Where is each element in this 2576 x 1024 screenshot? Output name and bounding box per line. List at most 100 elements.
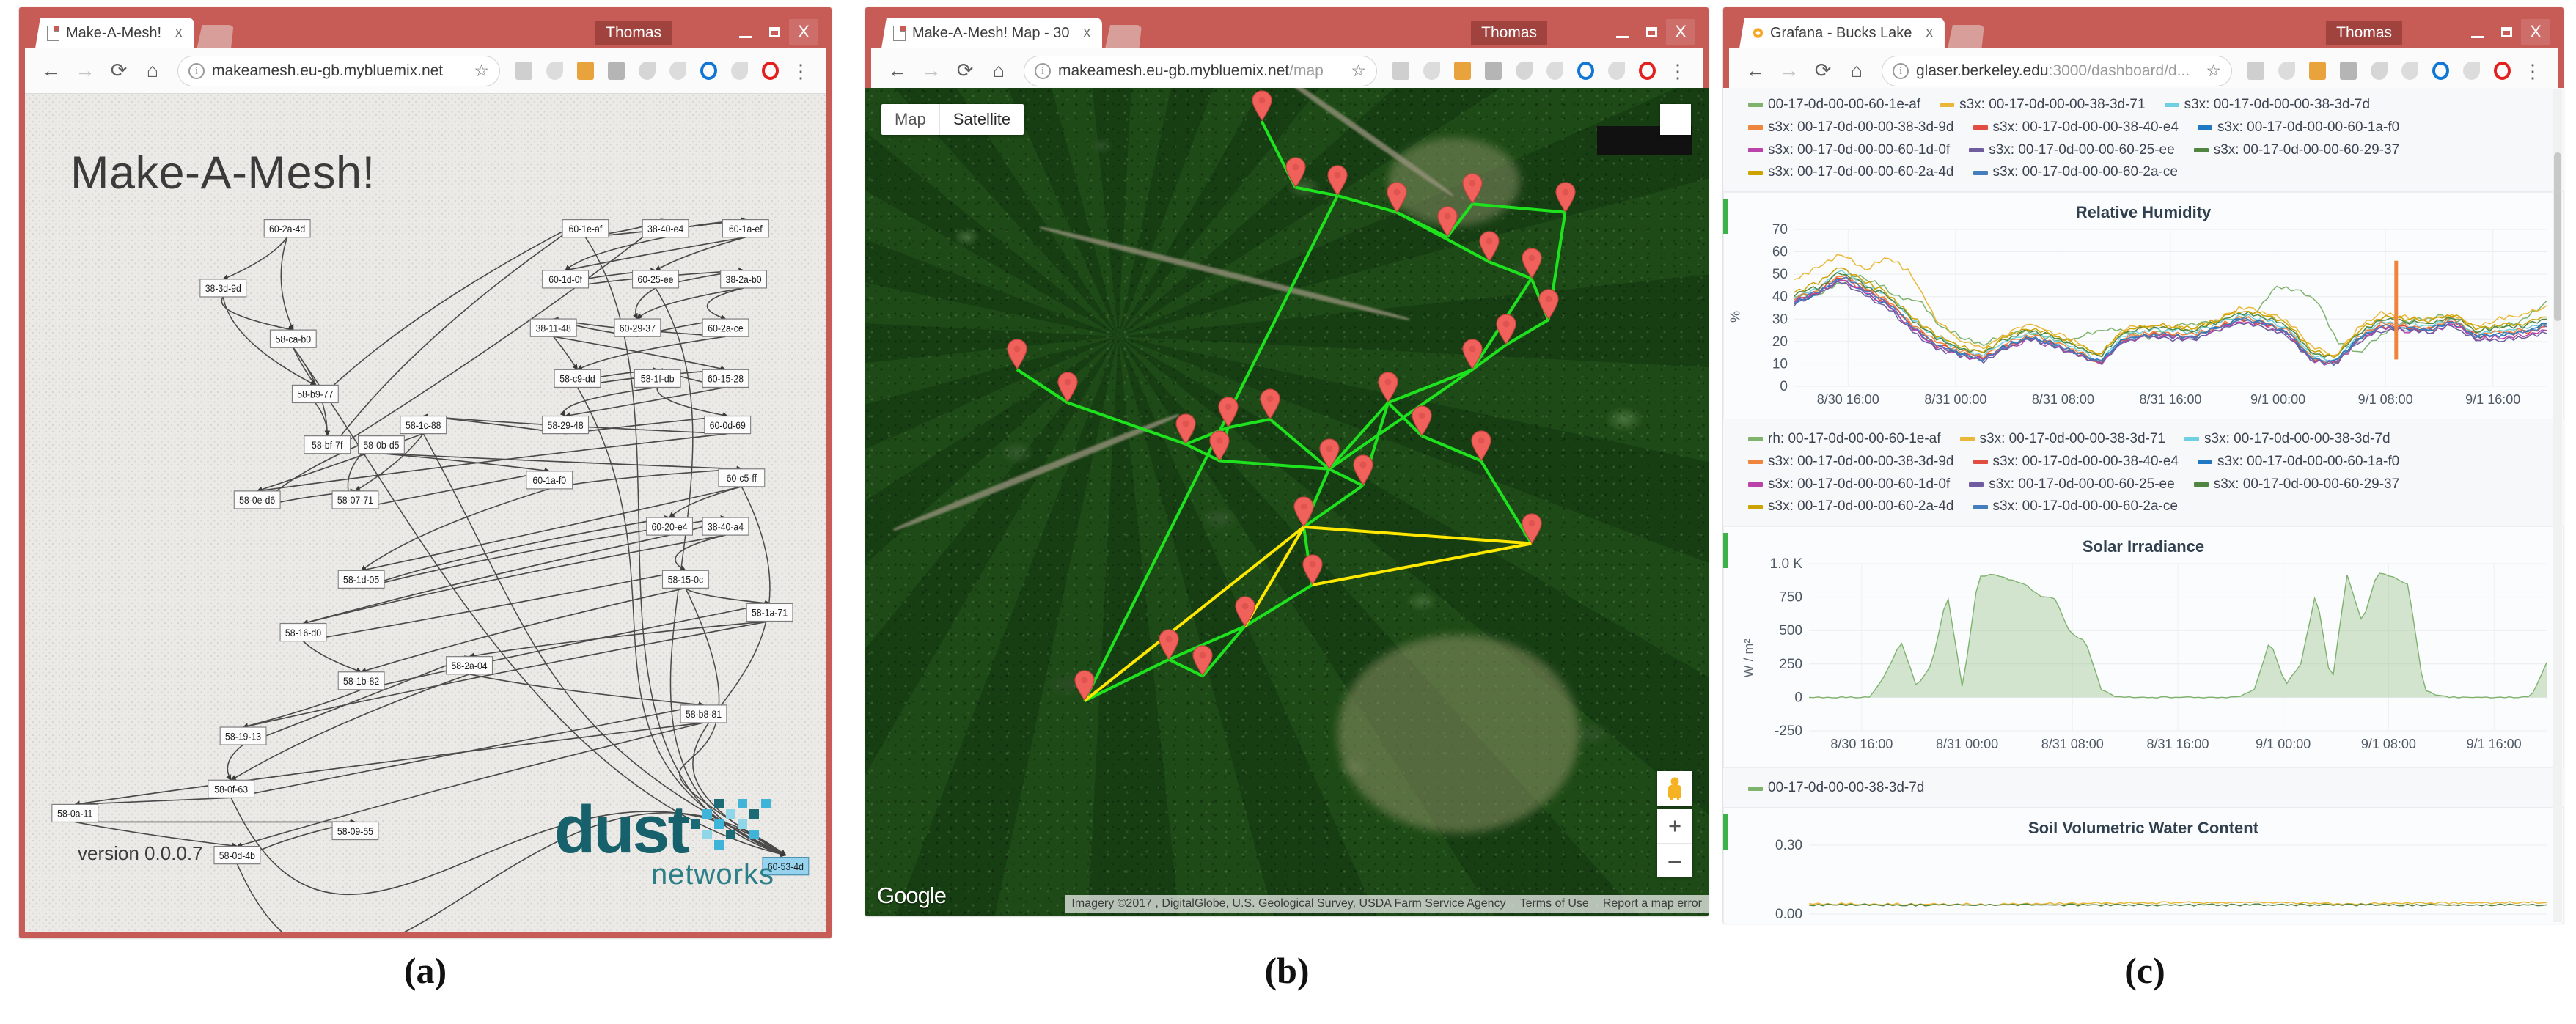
map-marker[interactable] (1302, 554, 1324, 586)
legend-item[interactable]: s3x: 00-17-0d-00-00-38-3d-71 (1940, 94, 2146, 117)
mesh-node[interactable]: 60-0d-69 (704, 415, 752, 435)
browser-menu-icon-c[interactable]: ⋮ (2518, 56, 2547, 86)
extension-leaf-icon-a2[interactable] (663, 56, 692, 86)
mesh-node[interactable]: 58-b8-81 (680, 704, 727, 723)
zoom-out-button[interactable]: – (1657, 843, 1692, 877)
site-info-icon-a[interactable]: i (188, 62, 205, 79)
close-button-a[interactable]: X (789, 19, 818, 45)
profile-chip-a[interactable]: Thomas (595, 21, 672, 45)
mesh-node[interactable]: 58-1b-82 (337, 671, 385, 690)
extension-pdf-icon-a[interactable] (509, 56, 538, 86)
legend-item[interactable]: s3x: 00-17-0d-00-00-60-1a-f0 (2198, 117, 2399, 139)
profile-chip-b[interactable]: Thomas (1471, 21, 1547, 45)
map-marker[interactable] (1478, 231, 1500, 262)
mesh-node[interactable]: 58-0f-63 (208, 779, 255, 798)
extension-record-icon-b[interactable] (1632, 56, 1662, 86)
map-canvas[interactable]: Map Satellite + – Google Imagery ©2017 ,… (865, 88, 1709, 916)
reload-icon-c[interactable]: ⟳ (1807, 55, 1839, 87)
legend-item[interactable]: s3x: 00-17-0d-00-00-60-2a-4d (1748, 496, 1954, 518)
new-tab-button-c[interactable] (1947, 25, 1984, 48)
extension-leaf-icon-c2[interactable] (2395, 56, 2424, 86)
panel-relative-humidity[interactable]: Relative Humidity 0 10 20 30 40 50 60 70 8/30 16… (1723, 192, 2564, 420)
map-marker[interactable] (1074, 670, 1096, 701)
back-icon-b[interactable]: ← (881, 55, 914, 87)
legend-item[interactable]: s3x: 00-17-0d-00-00-38-3d-71 (1959, 428, 2165, 451)
address-bar-b[interactable]: i makeamesh.eu-gb.mybluemix.net/map ☆ (1024, 55, 1377, 86)
map-type-map-button[interactable]: Map (881, 104, 939, 135)
extension-leaf-icon-a1[interactable] (540, 56, 569, 86)
site-info-icon-b[interactable]: i (1035, 62, 1051, 79)
legend-item[interactable]: s3x: 00-17-0d-00-00-60-25-ee (1969, 474, 2175, 496)
tab-grafana-bucks-lake[interactable]: Grafana - Bucks Lake x (1739, 18, 1945, 48)
map-marker[interactable] (1461, 339, 1483, 370)
mesh-node[interactable]: 60-20-e4 (646, 517, 694, 536)
map-marker[interactable] (1251, 90, 1273, 122)
mesh-node[interactable]: 60-1e-af (562, 218, 609, 238)
mesh-node[interactable]: 58-1d-05 (337, 570, 385, 589)
home-icon-c[interactable]: ⌂ (1841, 55, 1873, 87)
map-type-control[interactable]: Map Satellite (881, 104, 1024, 135)
dashboard-scrollbar[interactable] (2553, 89, 2562, 922)
close-button-b[interactable]: X (1666, 19, 1695, 45)
mesh-node[interactable]: 58-b9-77 (291, 384, 339, 404)
extension-drop-icon-a[interactable] (632, 56, 661, 86)
reload-icon-a[interactable]: ⟳ (103, 55, 135, 87)
bookmark-star-icon-a[interactable]: ☆ (474, 61, 489, 81)
map-marker[interactable] (1057, 372, 1079, 403)
mesh-node[interactable]: 58-c9-dd (554, 369, 601, 388)
mesh-node[interactable]: 58-07-71 (331, 490, 379, 509)
tab-close-icon-c[interactable]: x (1926, 25, 1933, 41)
mesh-node[interactable]: 58-19-13 (219, 726, 267, 745)
mesh-node[interactable]: 58-0e-d6 (233, 490, 281, 509)
zoom-in-button[interactable]: + (1657, 809, 1692, 843)
legend-item[interactable]: s3x: 00-17-0d-00-00-60-2a-ce (1973, 161, 2178, 184)
extension-leaf-icon-a3[interactable] (724, 56, 754, 86)
legend-item[interactable]: 00-17-0d-00-00-38-3d-7d (1748, 777, 1924, 800)
maximize-button-b[interactable] (1637, 19, 1666, 45)
back-icon-c[interactable]: ← (1739, 55, 1772, 87)
dashboard-scroll-area[interactable]: 00-17-0d-00-00-60-1e-af s3x: 00-17-0d-00-… (1723, 88, 2564, 924)
forward-icon-c[interactable]: → (1773, 55, 1805, 87)
extension-record-icon-a[interactable] (755, 56, 785, 86)
map-marker[interactable] (1377, 372, 1399, 403)
map-marker[interactable] (1521, 512, 1543, 544)
mesh-node[interactable]: 58-bf-7f (304, 435, 351, 454)
maximize-button-a[interactable] (760, 19, 789, 45)
legend-item[interactable]: s3x: 00-17-0d-00-00-60-1d-0f (1748, 139, 1950, 162)
address-bar-a[interactable]: i makeamesh.eu-gb.mybluemix.net ☆ (177, 55, 500, 86)
legend-top[interactable]: 00-17-0d-00-00-60-1e-af s3x: 00-17-0d-00-… (1723, 88, 2564, 191)
minimize-button-b[interactable] (1607, 19, 1637, 45)
extension-record-icon-c[interactable] (2487, 56, 2517, 86)
map-marker[interactable] (1175, 413, 1197, 444)
home-icon-b[interactable]: ⌂ (983, 55, 1015, 87)
mesh-node[interactable]: 60-2a-4d (263, 218, 311, 238)
bookmark-star-icon-c[interactable]: ☆ (2206, 61, 2221, 81)
map-marker[interactable] (1192, 645, 1214, 677)
mesh-node[interactable]: 38-40-a4 (702, 517, 749, 536)
mesh-node[interactable]: 58-0a-11 (51, 803, 99, 823)
legend-item[interactable]: s3x: 00-17-0d-00-00-38-40-e4 (1973, 451, 2179, 474)
extension-drop-icon-b[interactable] (1509, 56, 1538, 86)
extension-leaf-icon-b1[interactable] (1417, 56, 1446, 86)
map-marker[interactable] (1538, 289, 1560, 320)
profile-chip-c[interactable]: Thomas (2326, 21, 2402, 45)
mesh-node[interactable]: 58-1a-71 (746, 603, 793, 622)
map-marker[interactable] (1259, 388, 1281, 420)
mesh-node[interactable]: 60-c5-ff (718, 468, 766, 487)
home-icon-a[interactable]: ⌂ (136, 55, 169, 87)
legend-item[interactable]: s3x: 00-17-0d-00-00-60-25-ee (1969, 139, 2175, 162)
mesh-node[interactable]: 58-0b-d5 (357, 435, 405, 454)
extension-opera-icon-c[interactable] (2426, 56, 2455, 86)
address-bar-c[interactable]: i glaser.berkeley.edu:3000/dashboard/d..… (1882, 55, 2232, 86)
extension-opera-icon-b[interactable] (1571, 56, 1600, 86)
map-marker[interactable] (1386, 181, 1408, 213)
map-marker[interactable] (1470, 430, 1492, 461)
legend-item[interactable]: s3x: 00-17-0d-00-00-60-1a-f0 (2198, 451, 2399, 474)
map-marker[interactable] (1158, 629, 1180, 660)
mesh-node[interactable]: 38-11-48 (529, 318, 577, 337)
legend-item[interactable]: s3x: 00-17-0d-00-00-38-3d-7d (2164, 94, 2370, 117)
mesh-node[interactable]: 58-1f-db (634, 369, 681, 388)
extension-keys-icon-b[interactable] (1447, 56, 1477, 86)
mesh-node[interactable]: 60-15-28 (702, 369, 749, 388)
mesh-node[interactable]: 58-29-48 (542, 415, 590, 435)
